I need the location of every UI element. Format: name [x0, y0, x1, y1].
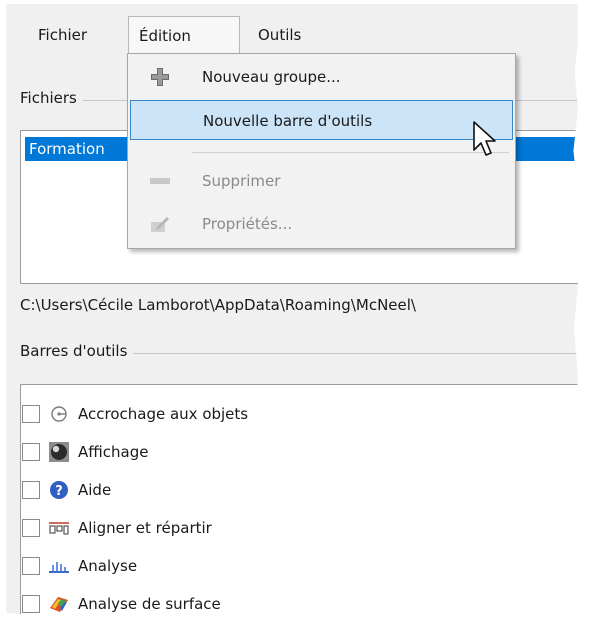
menu-item-new-toolbar[interactable]: Nouvelle barre d'outils: [130, 100, 513, 140]
toolbar-item-label: Aide: [78, 481, 112, 499]
menu-item-label: Nouvelle barre d'outils: [203, 112, 373, 130]
menu-item-label: Supprimer: [202, 172, 281, 190]
align-icon: [48, 517, 70, 539]
menu-separator: [192, 152, 509, 153]
menu-item-label: Propriétés...: [202, 215, 293, 233]
files-group-label: Fichiers: [20, 89, 83, 107]
toolbar-list-item[interactable]: ? Aide: [22, 472, 111, 508]
help-icon: ?: [48, 479, 70, 501]
minus-icon: [148, 169, 172, 193]
toolbar-list-item[interactable]: Analyse de surface: [22, 586, 221, 616]
toolbar-item-label: Accrochage aux objets: [78, 405, 249, 423]
properties-icon: [148, 212, 172, 236]
menu-outils[interactable]: Outils: [248, 16, 311, 56]
toolbar-item-label: Analyse: [78, 557, 138, 575]
menu-item-label: Nouveau groupe...: [202, 68, 341, 86]
snap-icon: [48, 403, 70, 425]
toolbar-checkbox[interactable]: [22, 481, 40, 499]
svg-text:?: ?: [55, 484, 63, 499]
toolbar-checkbox[interactable]: [22, 519, 40, 537]
menu-item-delete: Supprimer: [130, 161, 513, 201]
file-path-text: C:\Users\Cécile Lamborot\AppData\Roaming…: [20, 296, 416, 314]
menu-fichier[interactable]: Fichier: [28, 16, 97, 56]
toolbar-list-item[interactable]: Analyse: [22, 548, 137, 584]
toolbar-list-item[interactable]: Accrochage aux objets: [22, 396, 248, 432]
plus-icon: [148, 65, 172, 89]
mouse-pointer-icon: [472, 120, 498, 162]
toolbar-list-item[interactable]: Aligner et répartir: [22, 510, 212, 546]
menu-bar: Fichier Édition Outils: [6, 16, 578, 56]
toolbar-checkbox[interactable]: [22, 405, 40, 423]
toolbars-group-label: Barres d'outils: [20, 342, 134, 360]
analysis-icon: [48, 555, 70, 577]
sphere-icon: [48, 441, 70, 463]
menu-item-new-group[interactable]: Nouveau groupe...: [130, 57, 513, 97]
toolbar-list-item[interactable]: Affichage: [22, 434, 148, 470]
toolbar-checkbox[interactable]: [22, 443, 40, 461]
menu-edition[interactable]: Édition: [128, 16, 240, 56]
toolbar-checkbox[interactable]: [22, 557, 40, 575]
toolbar-checkbox[interactable]: [22, 595, 40, 613]
toolbar-item-label: Analyse de surface: [78, 595, 221, 613]
edit-dropdown-menu: Nouveau groupe... Nouvelle barre d'outil…: [127, 53, 516, 249]
surface-analysis-icon: [48, 593, 70, 615]
toolbar-item-label: Aligner et répartir: [78, 519, 212, 537]
toolbar-item-label: Affichage: [78, 443, 149, 461]
menu-item-properties: Propriétés...: [130, 204, 513, 244]
